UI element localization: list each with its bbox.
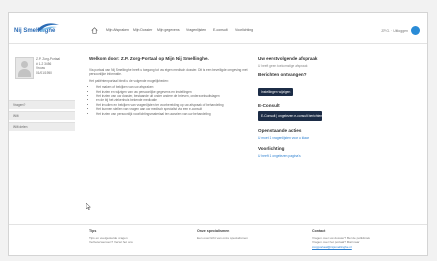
next-appointment-section: Uw eerstvolgende afspraak U heeft geen t…: [258, 56, 380, 68]
next-appointment-title: Uw eerstvolgende afspraak: [258, 56, 318, 61]
intro-text-2: Het patiëntenportaal biedt u de volgende…: [89, 78, 169, 83]
notifications-title: Berichten ontvangen?: [258, 72, 307, 77]
list-item: Het inzien van persoonlijk voorlichtings…: [96, 112, 249, 116]
top-bar: Nij Smellinghe Mijn Afspraken Mijn Dossi…: [9, 13, 427, 44]
footer-column-specialismen: Onze specialismen Een overzicht van onze…: [197, 229, 248, 240]
features-list: Het maken of bekijken van uw afspraken H…: [89, 85, 249, 116]
voorlichting-title: Voorlichting: [258, 146, 285, 152]
profile-info: Z.P. Zorg-Portaal # 1-2 3456 Vrouw 01/01…: [36, 57, 76, 75]
footer-tips-title: Tips: [89, 229, 97, 233]
econsult-button[interactable]: E-Consult | ongelezen e-consult berichte…: [258, 111, 322, 122]
open-actions-section: Openstaande acties U moet 1 vragenlijste…: [258, 128, 380, 140]
sidebar-item-wilt[interactable]: Wilt: [9, 111, 75, 120]
voorlichting-section: Voorlichting U heeft 1 ongelezen pagina'…: [258, 146, 380, 158]
econsult-title: E-Consult: [258, 103, 280, 108]
mouse-cursor-icon: [86, 203, 91, 210]
user-avatar-icon[interactable]: [411, 26, 420, 35]
avatar-head: [21, 61, 28, 68]
footer-link[interactable]: Verbeterwensen? Vertel het ons: [89, 240, 133, 244]
logo-swoosh-icon: [37, 23, 59, 32]
avatar-body: [18, 69, 31, 77]
next-appointment-text: U heeft geen toekomstige afspraak: [258, 64, 308, 68]
notifications-section: Berichten ontvangen? Instellingen wijzig…: [258, 72, 380, 98]
profile-card: Z.P. Zorg-Portaal # 1-2 3456 Vrouw 01/01…: [15, 57, 73, 79]
page-title: Welkom door: Z.P. Zorg-Portaal op Mijn N…: [89, 56, 209, 61]
sidebar-item-wilt-delen[interactable]: Wilt delen: [9, 122, 75, 131]
change-settings-button[interactable]: Instellingen wijzigen: [258, 88, 294, 96]
footer: Tips Tips en veelgestelde vragen Verbete…: [9, 224, 427, 255]
econsult-section: E-Consult E-Consult | ongelezen e-consul…: [258, 103, 380, 122]
nav-item-econsult[interactable]: E-consult: [213, 28, 228, 32]
home-icon[interactable]: [91, 27, 98, 34]
main-content: Welkom door: Z.P. Zorg-Portaal op Mijn N…: [89, 56, 249, 116]
sidebar: Z.P. Zorg-Portaal # 1-2 3456 Vrouw 01/01…: [9, 44, 77, 204]
avatar: [15, 57, 34, 79]
right-panel: Uw eerstvolgende afspraak U heeft geen t…: [258, 56, 380, 163]
footer-column-contact: Contact Vragen over uw dossier? Bel de p…: [312, 229, 370, 249]
footer-column-tips: Tips Tips en veelgestelde vragen Verbete…: [89, 229, 133, 245]
nav-item-vragenlijsten[interactable]: Vragenlijsten: [186, 28, 206, 32]
intro-text: Via portaal van Nij Smellinghe heeft u t…: [89, 68, 248, 77]
voorlichting-link[interactable]: U heeft 1 ongelezen pagina's: [258, 154, 380, 158]
footer-specialismen-title: Onze specialismen: [197, 229, 230, 233]
profile-birthdate: 01/01/1950: [36, 70, 52, 75]
contact-email-link[interactable]: zorgportaal@nijsmellinghe.nl: [312, 245, 370, 249]
logout-link[interactable]: ZP.G. · Uitloggen: [381, 29, 408, 33]
sidebar-item-vragen[interactable]: Vragen?: [9, 100, 75, 109]
sidebar-links: Vragen? Wilt Wilt delen: [9, 100, 75, 133]
nav-item-gegevens[interactable]: Mijn gegevens: [157, 28, 180, 32]
footer-link[interactable]: Een overzicht van onze specialismen: [197, 236, 248, 240]
nav-item-voorlichting[interactable]: Voorlichting: [235, 28, 253, 32]
nav-item-dossier[interactable]: Mijn Dossier: [133, 28, 152, 32]
nav-item-afspraken[interactable]: Mijn Afspraken: [106, 28, 129, 32]
browser-page: Nij Smellinghe Mijn Afspraken Mijn Dossi…: [8, 12, 428, 256]
footer-contact-title: Contact: [312, 229, 326, 233]
open-actions-link[interactable]: U moet 1 vragenlijsten voor u klaar: [258, 136, 380, 140]
open-actions-title: Openstaande acties: [258, 128, 302, 134]
